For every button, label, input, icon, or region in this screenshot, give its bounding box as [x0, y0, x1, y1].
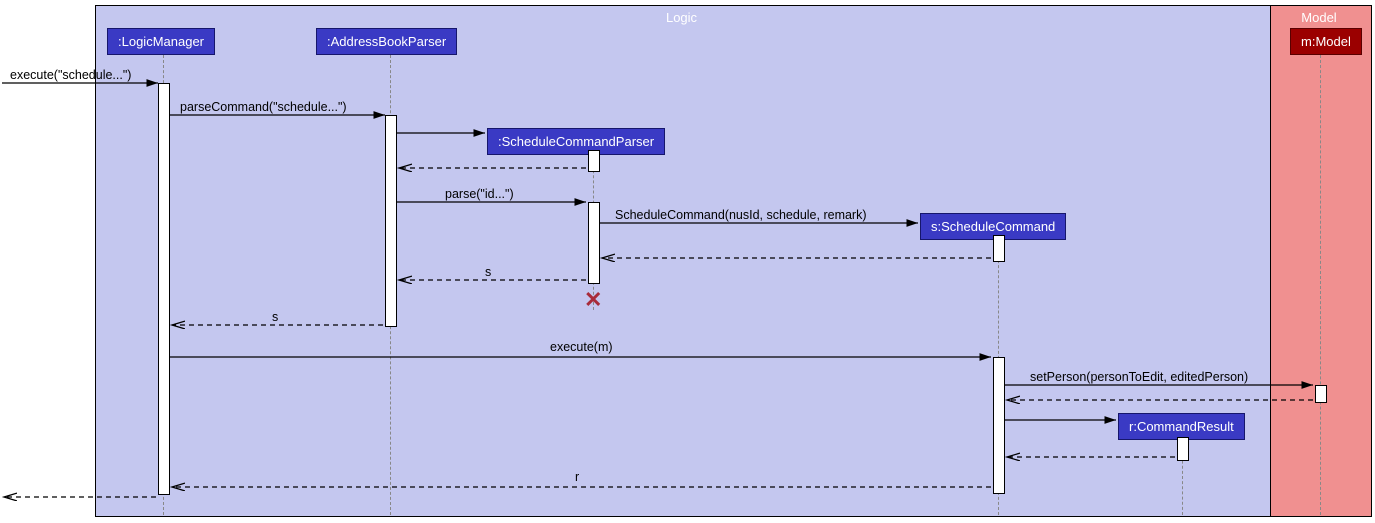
- activation-scp-2: [588, 202, 600, 284]
- model-frame-label: Model: [1295, 8, 1346, 27]
- msg-execute-schedule: execute("schedule..."): [10, 68, 131, 82]
- lifeline-model: [1320, 55, 1321, 515]
- msg-set-person: setPerson(personToEdit, editedPerson): [1030, 370, 1248, 384]
- logic-frame: Logic: [95, 5, 1272, 517]
- activation-sc-2: [993, 357, 1005, 494]
- msg-ret-s1: s: [485, 265, 491, 279]
- activation-command-result: [1177, 437, 1189, 461]
- destroy-icon: ✕: [584, 287, 602, 313]
- participant-logic-manager: :LogicManager: [107, 28, 215, 55]
- msg-parse-command: parseCommand("schedule..."): [180, 100, 347, 114]
- activation-address-book-parser: [385, 115, 397, 327]
- msg-ret-r: r: [575, 470, 579, 484]
- activation-scp-1: [588, 150, 600, 172]
- participant-address-book-parser: :AddressBookParser: [316, 28, 457, 55]
- msg-ret-s2: s: [272, 310, 278, 324]
- model-frame: Model: [1270, 5, 1372, 517]
- msg-parse-id: parse("id..."): [445, 187, 514, 201]
- activation-model: [1315, 385, 1327, 403]
- participant-command-result: r:CommandResult: [1118, 413, 1245, 440]
- msg-execute-m: execute(m): [550, 340, 613, 354]
- logic-frame-label: Logic: [660, 8, 707, 27]
- participant-schedule-command-parser: :ScheduleCommandParser: [487, 128, 665, 155]
- participant-model: m:Model: [1290, 28, 1362, 55]
- activation-logic-manager: [158, 83, 170, 495]
- activation-sc-1: [993, 235, 1005, 262]
- msg-schedule-ctor: ScheduleCommand(nusId, schedule, remark): [615, 208, 867, 222]
